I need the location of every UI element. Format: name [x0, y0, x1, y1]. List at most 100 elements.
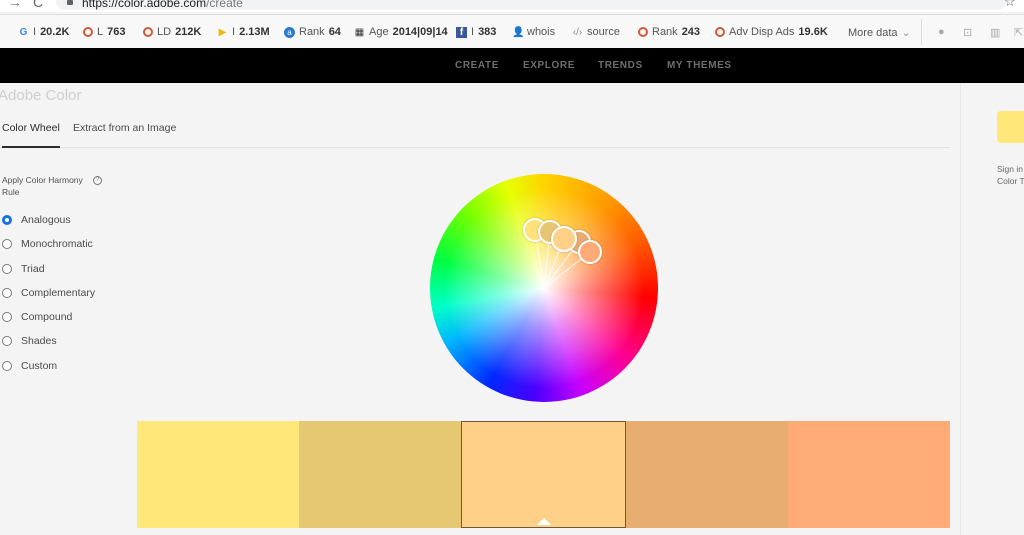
code-icon: ‹/› [572, 26, 583, 38]
nav-my-themes[interactable]: MY THEMES [667, 60, 732, 71]
harmony-option-triad[interactable]: Triad [2, 263, 45, 275]
radio-button[interactable] [2, 336, 12, 346]
seo-value: 20.2K [40, 26, 70, 38]
seo-label: Rank [652, 26, 678, 38]
chart-icon[interactable]: ▥ [990, 26, 1000, 39]
seo-label: I [33, 26, 37, 38]
seo-toolbar: G I 20.2K L 763 LD 212K ▶ I 2.13M a Rank 64 ▦ Age 2014|… [0, 14, 1024, 48]
seo-value: 243 [681, 26, 701, 38]
external-link-icon[interactable]: ⇱ [1014, 26, 1023, 39]
radio-label: Triad [21, 263, 45, 275]
seo-label: whois [527, 26, 556, 38]
url-text[interactable]: https://color.adobe.com/create [82, 0, 243, 10]
seo-value: 64 [328, 26, 341, 38]
radio-button[interactable] [2, 239, 12, 249]
seo-label: LD [157, 26, 172, 38]
base-color-handle[interactable] [551, 226, 577, 252]
alexa-icon: a [284, 26, 295, 38]
chevron-down-icon: ⌄ [901, 27, 911, 39]
seo-item[interactable]: G I 20.2K [18, 26, 70, 38]
ring-icon [638, 27, 648, 37]
tab-color-wheel[interactable]: Color Wheel [2, 122, 60, 148]
mode-tabs: Color Wheel Extract from an Image [0, 118, 950, 148]
color-handle[interactable] [578, 240, 602, 264]
seo-item[interactable]: Adv Disp Ads 19.6K [715, 26, 828, 38]
top-navigation: CREATE EXPLORE TRENDS MY THEMES [0, 48, 1024, 83]
seo-item[interactable]: 👤 whois [512, 26, 555, 38]
reload-icon[interactable]: C [33, 0, 43, 10]
harmony-option-shades[interactable]: Shades [2, 335, 57, 347]
color-swatch[interactable] [787, 421, 951, 528]
user-icon: 👤 [512, 26, 525, 38]
toolbar-divider [921, 19, 922, 45]
nav-create[interactable]: CREATE [455, 60, 499, 71]
radio-button[interactable] [2, 264, 12, 274]
harmony-option-monochromatic[interactable]: Monochromatic [2, 238, 93, 250]
lock-icon [67, 0, 73, 5]
seo-item[interactable]: ▦ Age 2014|09|14 [354, 26, 448, 38]
nav-trends[interactable]: TRENDS [598, 60, 643, 71]
harmony-option-analogous[interactable]: Analogous [2, 214, 71, 226]
sign-in-text[interactable]: Sign in toColor Themes [997, 163, 1024, 187]
back-arrow-icon[interactable]: → [8, 0, 22, 10]
ring-icon [83, 27, 93, 37]
seo-value: 383 [478, 26, 497, 38]
radio-label: Custom [21, 360, 58, 372]
radio-button[interactable] [2, 361, 12, 371]
more-data-dropdown[interactable]: More data ⌄ [848, 26, 911, 40]
radio-label: Compound [21, 311, 73, 323]
seo-item[interactable]: Rank 243 [638, 26, 700, 38]
right-panel: Sign in toColor Themes [960, 83, 1024, 535]
presentation-icon[interactable]: ⊡ [963, 26, 972, 39]
seo-label: Rank [299, 26, 325, 38]
seo-label: Age [369, 26, 389, 38]
help-icon[interactable]: ? [93, 176, 102, 185]
harmony-rule-label: Apply Color Harmony Rule [2, 175, 83, 197]
wheel-handles [430, 174, 658, 402]
star-icon[interactable]: ☆ [1004, 0, 1016, 10]
seo-label: I [232, 26, 236, 38]
harmony-option-custom[interactable]: Custom [2, 360, 57, 372]
library-swatch[interactable] [997, 111, 1024, 143]
bing-icon: ▶ [218, 26, 227, 38]
seo-item[interactable]: ▶ I 2.13M [217, 26, 270, 38]
google-icon: G [19, 26, 28, 38]
seo-label: Adv Disp Ads [729, 26, 795, 38]
seo-item[interactable]: LD 212K [143, 26, 201, 38]
radio-button[interactable] [2, 312, 12, 322]
ring-icon [143, 27, 153, 37]
color-swatches [137, 421, 951, 528]
seo-item[interactable]: L 763 [83, 26, 125, 38]
radio-label: Analogous [21, 214, 71, 226]
more-data-label: More data [848, 26, 898, 39]
radio-button[interactable] [2, 215, 12, 225]
color-swatch[interactable] [137, 421, 300, 528]
seo-label: source [587, 26, 621, 38]
seo-label: L [97, 26, 104, 38]
ring-icon [715, 27, 725, 37]
brand-title: Adobe Color [0, 87, 82, 104]
seo-item[interactable]: ‹/› source [572, 26, 620, 38]
seo-label: I [471, 26, 475, 38]
seo-item[interactable]: f I 383 [456, 26, 496, 38]
base-color-indicator-icon [536, 518, 551, 525]
seo-value: 763 [107, 26, 126, 38]
harmony-option-compound[interactable]: Compound [2, 311, 72, 323]
seo-value: 2014|09|14 [392, 26, 448, 38]
seo-value: 2.13M [239, 26, 270, 38]
seo-item[interactable]: a Rank 64 [284, 26, 341, 38]
color-swatch[interactable] [461, 421, 626, 528]
radio-label: Complementary [21, 287, 96, 299]
tab-extract-from-image[interactable]: Extract from an Image [73, 122, 176, 146]
facebook-icon: f [456, 26, 467, 38]
browser-url-bar: → C https://color.adobe.com/create ☆ [0, 0, 1024, 12]
radio-label: Monochromatic [21, 238, 93, 250]
seo-value: 212K [175, 26, 202, 38]
color-swatch[interactable] [625, 421, 788, 528]
harmony-option-complementary[interactable]: Complementary [2, 287, 95, 299]
info-icon[interactable]: ● [938, 26, 945, 38]
color-swatch[interactable] [299, 421, 462, 528]
radio-button[interactable] [2, 288, 12, 298]
nav-explore[interactable]: EXPLORE [523, 60, 575, 71]
radio-label: Shades [21, 335, 57, 347]
